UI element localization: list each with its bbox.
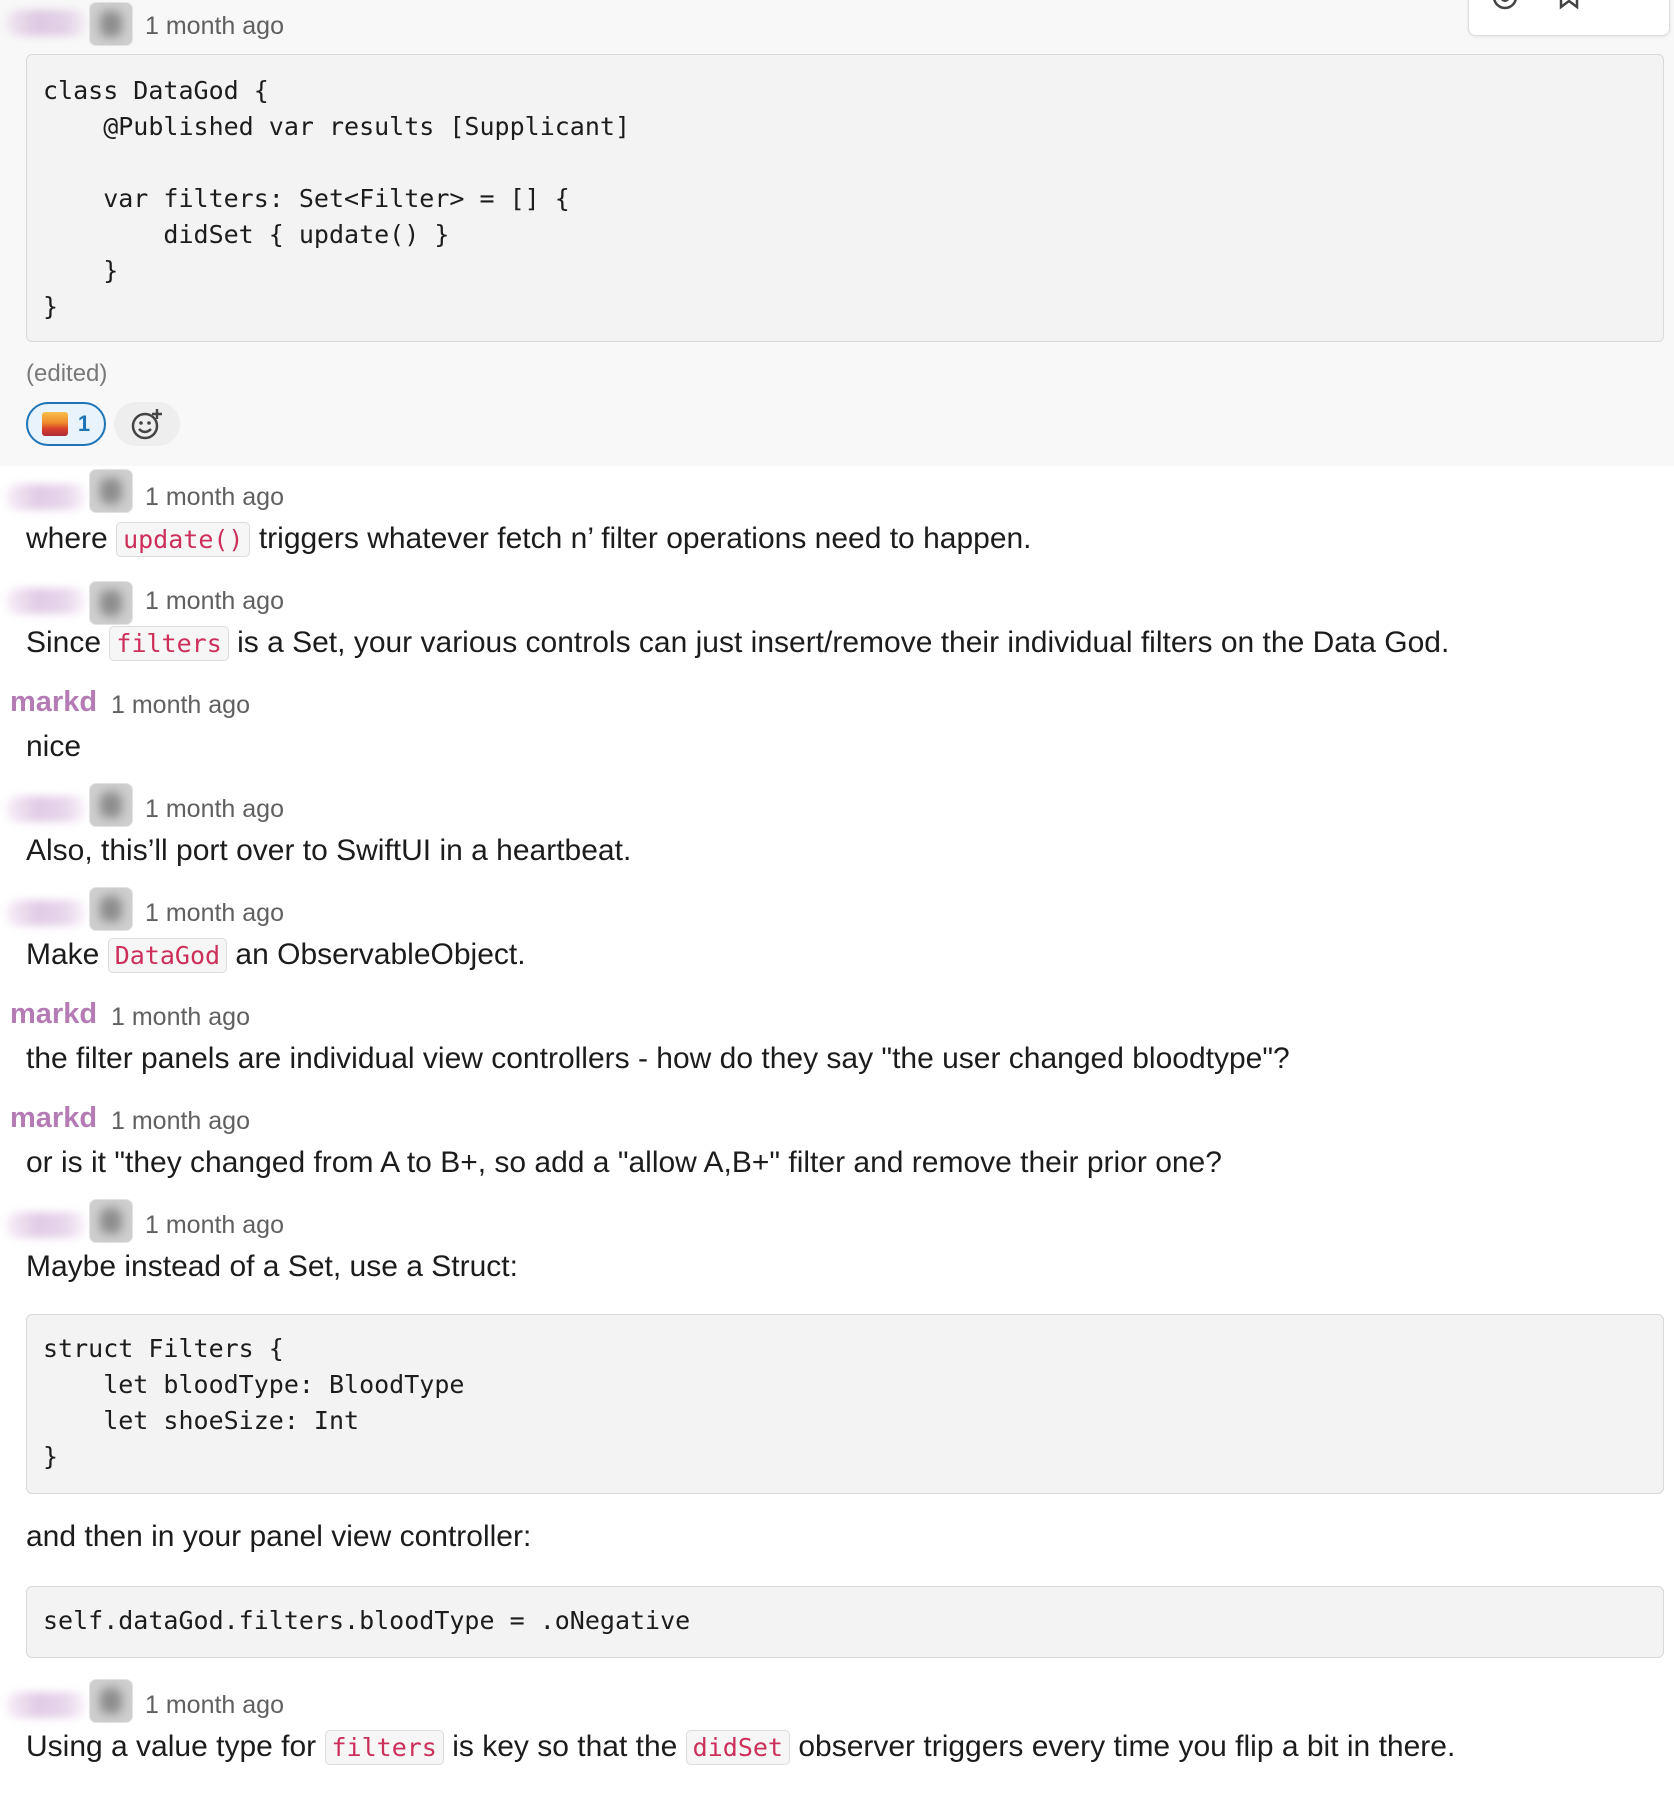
blurred-username	[6, 1212, 86, 1238]
message-actions-toolbar	[1468, 0, 1670, 36]
timestamp[interactable]: 1 month ago	[145, 1691, 284, 1720]
code-block: self.dataGod.filters.bloodType = .oNegat…	[26, 1586, 1664, 1658]
code-block: struct Filters { let bloodType: BloodTyp…	[26, 1314, 1664, 1494]
message: markd 1 month ago the filter panels are …	[0, 986, 1674, 1090]
message: 1 month ago class DataGod { @Published v…	[0, 0, 1674, 466]
reaction-icon[interactable]	[1491, 0, 1519, 11]
username[interactable]: markd	[10, 998, 97, 1031]
text-segment: Make	[26, 938, 100, 971]
message: markd 1 month ago nice	[0, 674, 1674, 778]
timestamp[interactable]: 1 month ago	[145, 587, 284, 616]
timestamp[interactable]: 1 month ago	[145, 899, 284, 928]
timestamp[interactable]: 1 month ago	[111, 1107, 250, 1136]
add-emoji-icon	[131, 409, 162, 440]
message: 1 month ago where update() triggers what…	[0, 466, 1674, 570]
more-icon[interactable]	[1633, 0, 1643, 11]
timestamp[interactable]: 1 month ago	[145, 483, 284, 512]
message-text: Also, this’ll port over to SwiftUI in a …	[26, 834, 632, 867]
text-segment: observer triggers every time you flip a …	[798, 1730, 1456, 1763]
edited-label: (edited)	[26, 360, 108, 387]
text-segment: Since	[26, 626, 102, 659]
inline-code: filters	[324, 1730, 444, 1765]
reaction-pill[interactable]: 1	[26, 402, 106, 446]
reaction-count: 1	[77, 411, 91, 436]
avatar[interactable]	[90, 582, 132, 624]
blurred-username	[6, 588, 86, 614]
avatar[interactable]	[90, 1680, 132, 1722]
blurred-username	[6, 484, 86, 510]
inline-code: DataGod	[107, 938, 228, 973]
avatar[interactable]	[90, 888, 132, 930]
message-text: Using a value type for filters is key so…	[26, 1730, 1456, 1765]
text-segment: is a Set, your various controls can just…	[237, 626, 1450, 659]
message: 1 month ago Using a value type for filte…	[0, 1674, 1674, 1796]
blurred-username	[6, 796, 86, 822]
message: 1 month ago Since filters is a Set, your…	[0, 570, 1674, 674]
timestamp[interactable]: 1 month ago	[145, 795, 284, 824]
avatar[interactable]	[90, 3, 132, 45]
message-text: the filter panels are individual view co…	[26, 1042, 1290, 1075]
message-text: Make DataGod an ObservableObject.	[26, 938, 526, 973]
sunset-emoji-icon	[41, 412, 68, 436]
text-segment: is key so that the	[452, 1730, 678, 1763]
text-segment: Using a value type for	[26, 1730, 317, 1763]
message-text: nice	[26, 730, 82, 763]
inline-code: didSet	[685, 1730, 790, 1765]
message-text: where update() triggers whatever fetch n…	[26, 522, 1032, 557]
timestamp[interactable]: 1 month ago	[145, 12, 284, 41]
text-segment: an ObservableObject.	[235, 938, 526, 971]
avatar[interactable]	[90, 784, 132, 826]
username[interactable]: markd	[10, 686, 97, 719]
message-text: or is it "they changed from A to B+, so …	[26, 1146, 1222, 1179]
blurred-username	[6, 10, 86, 36]
inline-code: update()	[116, 522, 251, 557]
timestamp[interactable]: 1 month ago	[145, 1211, 284, 1240]
message-text: and then in your panel view controller:	[26, 1520, 532, 1553]
text-segment: triggers whatever fetch n’ filter operat…	[258, 522, 1032, 555]
text-segment: where	[26, 522, 108, 555]
message-text: Maybe instead of a Set, use a Struct:	[26, 1250, 518, 1283]
inline-code: filters	[109, 626, 229, 661]
message: markd 1 month ago or is it "they changed…	[0, 1090, 1674, 1194]
code-block: class DataGod { @Published var results […	[26, 54, 1664, 342]
blurred-username	[6, 1692, 86, 1718]
message: 1 month ago Make DataGod an ObservableOb…	[0, 882, 1674, 986]
message: 1 month ago Also, this’ll port over to S…	[0, 778, 1674, 882]
avatar[interactable]	[90, 1200, 132, 1242]
blurred-username	[6, 900, 86, 926]
username[interactable]: markd	[10, 1102, 97, 1135]
timestamp[interactable]: 1 month ago	[111, 691, 250, 720]
timestamp[interactable]: 1 month ago	[111, 1003, 250, 1032]
message-text: Since filters is a Set, your various con…	[26, 626, 1450, 661]
message: 1 month ago Maybe instead of a Set, use …	[0, 1194, 1674, 1674]
add-reaction-button[interactable]	[114, 402, 180, 446]
avatar[interactable]	[90, 470, 132, 512]
bookmark-icon[interactable]	[1557, 0, 1581, 11]
